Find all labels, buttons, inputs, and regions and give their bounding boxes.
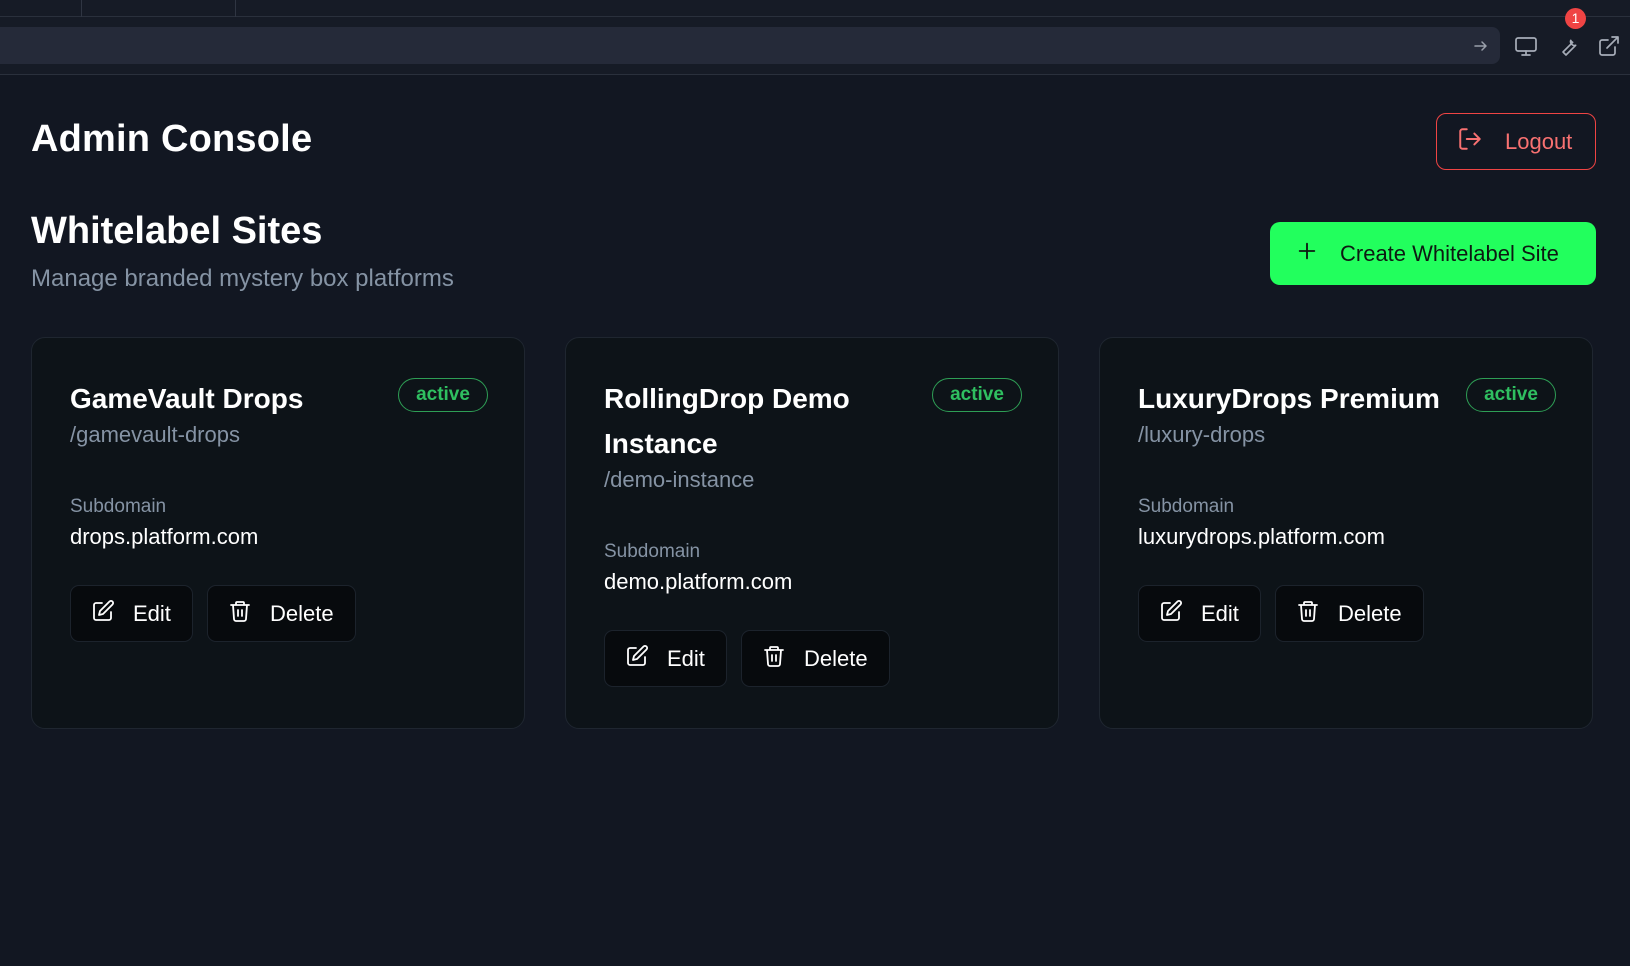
site-slug: /gamevault-drops (70, 422, 240, 447)
edit-label: Edit (133, 600, 171, 626)
site-card: GameVault Drops active /gamevault-drops … (31, 337, 525, 729)
edit-button[interactable]: Edit (1138, 585, 1261, 642)
logout-icon (1457, 126, 1483, 158)
subdomain-value: drops.platform.com (70, 524, 259, 549)
logout-label: Logout (1505, 128, 1573, 154)
card-actions: Edit Delete (70, 585, 356, 642)
edit-button[interactable]: Edit (70, 585, 193, 642)
site-name: RollingDrop Demo Instance (604, 383, 850, 459)
page-title: Admin Console (31, 118, 313, 160)
subdomain-value: luxurydrops.platform.com (1138, 524, 1385, 549)
section-subtitle: Manage branded mystery box platforms (31, 265, 454, 292)
plus-icon (1296, 240, 1318, 268)
edit-icon (1159, 599, 1183, 629)
browser-toolbar (0, 17, 1630, 75)
site-card: LuxuryDrops Premium active /luxury-drops… (1099, 337, 1593, 729)
trash-icon (1296, 599, 1320, 629)
browser-tab-strip (0, 0, 1630, 17)
trash-icon (228, 599, 252, 629)
delete-label: Delete (804, 645, 868, 671)
create-whitelabel-site-button[interactable]: Create Whitelabel Site (1270, 222, 1596, 285)
notification-badge: 1 (1565, 8, 1586, 29)
logout-button[interactable]: Logout (1436, 113, 1596, 170)
site-slug: /demo-instance (604, 467, 755, 492)
card-actions: Edit Delete (1138, 585, 1424, 642)
subdomain-label: Subdomain (604, 541, 701, 562)
edit-icon (91, 599, 115, 629)
delete-label: Delete (1338, 600, 1402, 626)
delete-button[interactable]: Delete (1275, 585, 1424, 642)
create-label: Create Whitelabel Site (1340, 240, 1559, 266)
edit-label: Edit (667, 645, 705, 671)
subdomain-label: Subdomain (1138, 496, 1235, 517)
delete-button[interactable]: Delete (207, 585, 356, 642)
card-actions: Edit Delete (604, 630, 890, 687)
edit-icon (625, 644, 649, 674)
trash-icon (762, 644, 786, 674)
arrow-right-icon[interactable] (1470, 35, 1492, 57)
subdomain-value: demo.platform.com (604, 569, 793, 594)
subdomain-label: Subdomain (70, 496, 167, 517)
status-badge: active (398, 378, 488, 412)
delete-label: Delete (270, 600, 334, 626)
external-link-icon[interactable] (1596, 33, 1622, 59)
address-bar[interactable] (0, 27, 1500, 64)
tab-divider (235, 0, 236, 17)
tab-divider (81, 0, 82, 17)
site-slug: /luxury-drops (1138, 422, 1266, 447)
site-card: RollingDrop Demo Instance active /demo-i… (565, 337, 1059, 729)
monitor-icon[interactable] (1513, 33, 1539, 59)
status-badge: active (932, 378, 1022, 412)
delete-button[interactable]: Delete (741, 630, 890, 687)
status-badge: active (1466, 378, 1556, 412)
site-name: GameVault Drops (70, 383, 304, 414)
edit-label: Edit (1201, 600, 1239, 626)
edit-button[interactable]: Edit (604, 630, 727, 687)
section-title: Whitelabel Sites (31, 210, 323, 252)
site-name: LuxuryDrops Premium (1138, 383, 1440, 414)
wrench-icon[interactable] (1555, 33, 1581, 59)
